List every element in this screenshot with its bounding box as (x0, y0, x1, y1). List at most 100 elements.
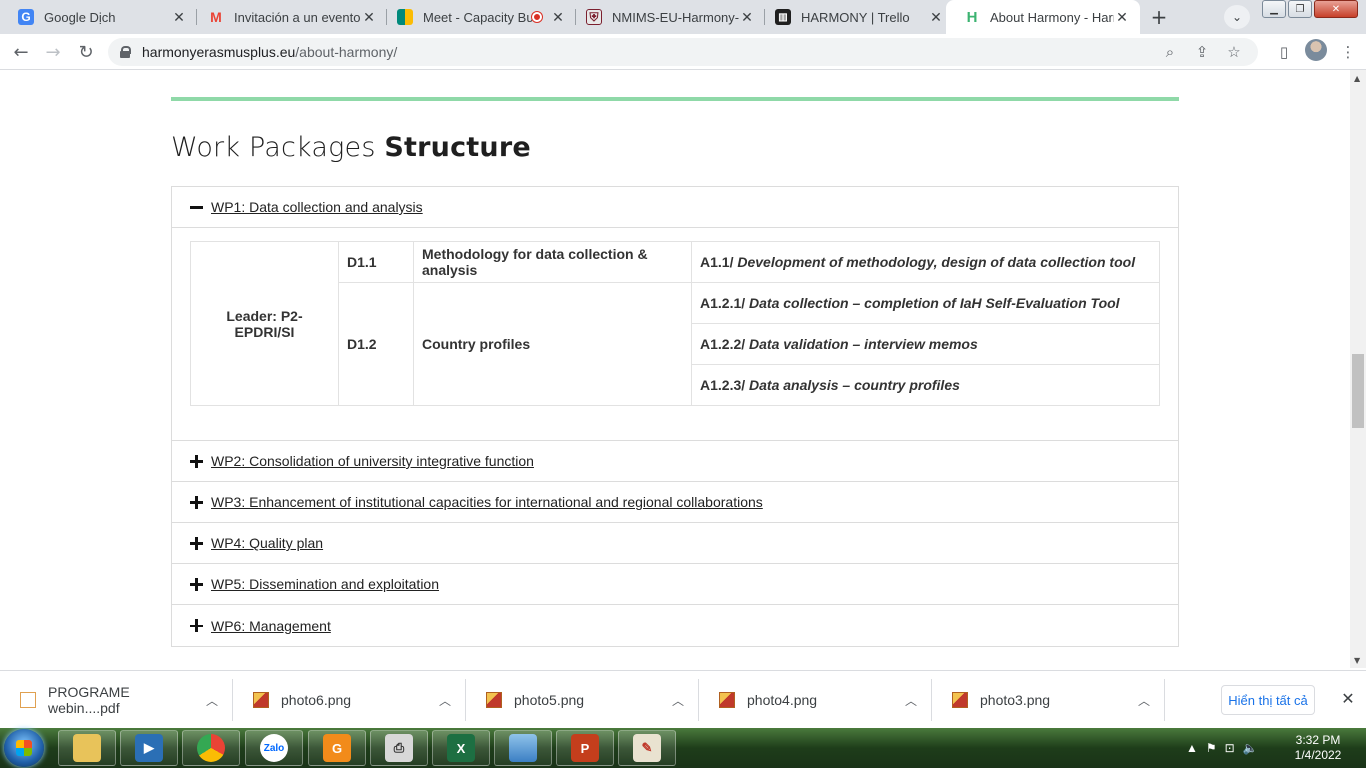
new-tab-plus-icon[interactable]: + (1146, 5, 1172, 29)
taskbar-chrome[interactable] (182, 730, 240, 766)
trello-icon: ▥ (775, 9, 791, 25)
chevron-up-icon[interactable]: ︿ (192, 692, 232, 709)
profile-avatar[interactable] (1300, 39, 1332, 65)
start-button[interactable] (4, 729, 44, 767)
chevron-up-icon[interactable]: ︿ (425, 692, 465, 709)
forward-arrow-icon[interactable]: → (40, 40, 66, 64)
lock-icon[interactable] (120, 46, 131, 58)
zoom-search-icon[interactable]: ⌕ (1154, 44, 1186, 61)
tab-gmail[interactable]: M Invitación a un evento: ✕ (190, 0, 387, 34)
volume-icon[interactable]: 🔈 (1243, 741, 1258, 755)
download-item[interactable]: photo3.png ︿ (932, 679, 1165, 721)
back-arrow-icon[interactable]: ← (8, 40, 34, 64)
tab-trello[interactable]: ▥ HARMONY | Trello ✕ (757, 0, 954, 34)
tab-about-harmony[interactable]: H About Harmony - Harm ✕ (946, 0, 1140, 34)
image-file-icon (253, 692, 269, 708)
share-icon[interactable]: ⇪ (1186, 43, 1218, 61)
taskbar-printer[interactable]: ⎙ (370, 730, 428, 766)
page-heading: Work Packages Structure (171, 132, 531, 163)
bookmark-star-icon[interactable]: ☆ (1218, 43, 1250, 61)
taskbar-powerpoint[interactable]: P (556, 730, 614, 766)
tab-search-chevron-icon[interactable]: ⌄ (1224, 5, 1250, 29)
tab-google-meet[interactable]: Meet - Capacity Bu ✕ (379, 0, 576, 34)
taskbar-clock[interactable]: 3:32 PM 1/4/2022 (1290, 733, 1346, 763)
accordion-header-wp4[interactable]: WP4: Quality plan (172, 523, 1178, 564)
accordion-header-wp5[interactable]: WP5: Dissemination and exploitation (172, 564, 1178, 605)
taskbar-zalo[interactable]: Zalo (245, 730, 303, 766)
accordion-header-wp2[interactable]: WP2: Consolidation of university integra… (172, 441, 1178, 482)
close-icon[interactable]: ✕ (171, 9, 187, 26)
work-packages-accordion: WP1: Data collection and analysis Leader… (171, 186, 1179, 647)
recording-icon (532, 12, 542, 22)
printer-icon: ⎙ (385, 734, 413, 762)
reload-icon[interactable]: ↻ (73, 40, 99, 64)
download-item[interactable]: photo5.png ︿ (466, 679, 699, 721)
deliverable-title: Methodology for data collection & analys… (413, 241, 692, 283)
taskbar-media-player[interactable]: ▶ (120, 730, 178, 766)
network-icon[interactable]: ⊡ (1225, 741, 1235, 755)
activity-cell: A1.2.1/ Data collection – completion of … (691, 282, 1160, 324)
accordion-header-wp6[interactable]: WP6: Management (172, 605, 1178, 646)
activity-cell: A1.2.3/ Data analysis – country profiles (691, 364, 1160, 406)
google-translate-icon: G (18, 9, 34, 25)
gmail-icon: M (210, 9, 222, 25)
page-scrollbar[interactable]: ▲ ▼ (1350, 70, 1366, 668)
show-all-downloads-button[interactable]: Hiển thị tất cả (1221, 685, 1315, 715)
folder-icon (73, 734, 101, 762)
pdf-file-icon (20, 692, 36, 708)
chevron-up-icon[interactable]: ︿ (1124, 692, 1164, 709)
close-icon[interactable]: ✕ (1114, 9, 1130, 26)
scroll-down-arrow-icon[interactable]: ▼ (1354, 656, 1360, 665)
window-controls: ▁ ❐ ✕ (1262, 0, 1360, 20)
plus-icon[interactable] (190, 619, 204, 633)
plus-icon[interactable] (190, 577, 204, 591)
close-icon[interactable]: ✕ (739, 9, 755, 26)
taskbar-paint[interactable]: ✎ (618, 730, 676, 766)
close-icon[interactable]: ✕ (928, 9, 944, 26)
paint-icon: ✎ (633, 734, 661, 762)
accordion-header-wp3[interactable]: WP3: Enhancement of institutional capaci… (172, 482, 1178, 523)
shield-icon: ⛨ (586, 9, 602, 25)
minimize-icon[interactable]: ▁ (1262, 0, 1286, 18)
window-close-icon[interactable]: ✕ (1314, 0, 1358, 18)
browser-tab-strip: G Google Dịch ✕ M Invitación a un evento… (0, 0, 1366, 34)
taskbar-photo-viewer[interactable] (494, 730, 552, 766)
side-panel-icon[interactable]: ▯ (1268, 43, 1300, 61)
image-file-icon (486, 692, 502, 708)
scroll-up-arrow-icon[interactable]: ▲ (1354, 74, 1360, 83)
download-item[interactable]: photo6.png ︿ (233, 679, 466, 721)
plus-icon[interactable] (190, 454, 204, 468)
activity-cell: A1.2.2/ Data validation – interview memo… (691, 323, 1160, 365)
downloads-bar: PROGRAME webin....pdf ︿ photo6.png ︿ pho… (0, 670, 1366, 728)
tray-expand-icon[interactable]: ▲ (1186, 741, 1198, 755)
plus-icon[interactable] (190, 495, 204, 509)
powerpoint-icon: P (571, 734, 599, 762)
close-icon[interactable]: ✕ (1338, 689, 1358, 708)
download-item[interactable]: photo4.png ︿ (699, 679, 932, 721)
close-icon[interactable]: ✕ (361, 9, 377, 26)
deliverable-title: Country profiles (413, 282, 692, 406)
browser-toolbar: ← → ↻ harmonyerasmusplus.eu/about-harmon… (0, 34, 1366, 70)
taskbar-pdf-reader[interactable]: G (308, 730, 366, 766)
tab-nmims[interactable]: ⛨ NMIMS-EU-Harmony-C ✕ (568, 0, 765, 34)
photo-viewer-icon (509, 734, 537, 762)
deliverable-code: D1.2 (338, 282, 414, 406)
deliverable-code: D1.1 (338, 241, 414, 283)
minus-icon[interactable] (190, 200, 204, 214)
restore-icon[interactable]: ❐ (1288, 0, 1312, 18)
address-bar[interactable]: harmonyerasmusplus.eu/about-harmony/ ⌕ ⇪… (108, 38, 1258, 66)
taskbar-file-explorer[interactable] (58, 730, 116, 766)
scrollbar-thumb[interactable] (1352, 354, 1364, 428)
action-center-flag-icon[interactable]: ⚑ (1206, 741, 1217, 755)
plus-icon[interactable] (190, 536, 204, 550)
close-icon[interactable]: ✕ (550, 9, 566, 26)
chevron-up-icon[interactable]: ︿ (891, 692, 931, 709)
taskbar-excel[interactable]: X (432, 730, 490, 766)
excel-icon: X (447, 734, 475, 762)
chevron-up-icon[interactable]: ︿ (658, 692, 698, 709)
download-item[interactable]: PROGRAME webin....pdf ︿ (0, 679, 233, 721)
accordion-header-wp1[interactable]: WP1: Data collection and analysis (172, 187, 1178, 228)
tab-google-translate[interactable]: G Google Dịch ✕ (0, 0, 197, 34)
google-meet-icon (397, 9, 413, 25)
menu-kebab-icon[interactable]: ⋮ (1332, 43, 1364, 61)
